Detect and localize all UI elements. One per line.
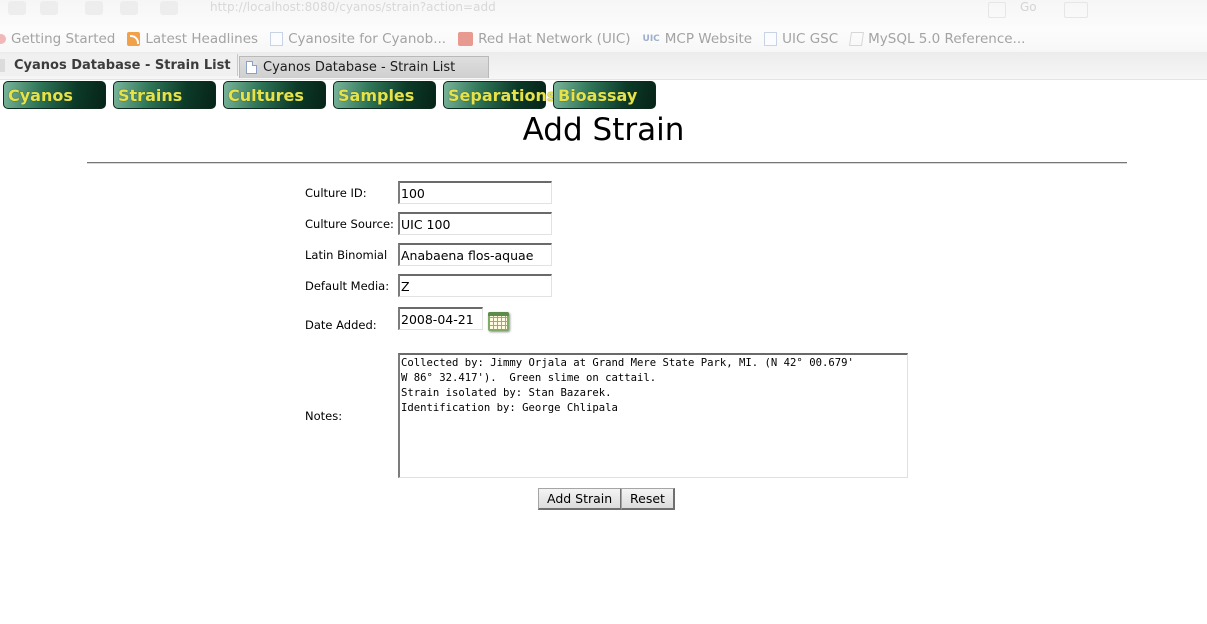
url-toolbar: http://localhost:8080/cyanos/strain?acti… xyxy=(0,0,1207,26)
date-added-input[interactable] xyxy=(398,307,483,330)
bookmark-star-icon[interactable] xyxy=(988,2,1006,18)
forward-icon[interactable] xyxy=(40,1,58,15)
reset-button[interactable]: Reset xyxy=(621,488,675,510)
page-icon xyxy=(270,32,284,46)
title-divider xyxy=(87,162,1127,164)
default-media-label: Default Media: xyxy=(305,279,390,293)
nav-bioassay[interactable]: Bioassay xyxy=(553,81,656,109)
notes-label: Notes: xyxy=(305,409,343,423)
notes-textarea[interactable]: Collected by: Jimmy Orjala at Grand Mere… xyxy=(398,353,908,478)
culture-source-label: Culture Source: xyxy=(305,217,394,231)
nav-cyanos[interactable]: Cyanos xyxy=(3,81,106,109)
redhat-icon xyxy=(458,32,474,46)
search-engine-icon[interactable] xyxy=(1064,2,1088,18)
stop-icon[interactable] xyxy=(120,1,138,15)
nav-cultures[interactable]: Cultures xyxy=(223,81,326,109)
red-dot-icon xyxy=(0,34,6,44)
rss-feed-icon xyxy=(127,32,141,46)
add-strain-button[interactable]: Add Strain xyxy=(538,488,623,510)
nav-separations[interactable]: Separations xyxy=(443,81,556,109)
date-added-label: Date Added: xyxy=(305,318,377,332)
bookmark-cyanosite[interactable]: Cyanosite for Cyanob... xyxy=(270,31,446,47)
tab-strain-list-active[interactable]: Cyanos Database - Strain List xyxy=(0,54,238,76)
latin-binomial-label: Latin Binomial xyxy=(305,248,388,262)
tab-strain-list[interactable]: Cyanos Database - Strain List xyxy=(239,56,489,78)
page-title: Add Strain xyxy=(522,112,685,148)
nav-samples[interactable]: Samples xyxy=(333,81,436,109)
bookmark-label: Getting Started xyxy=(11,31,116,47)
bookmark-mysql-reference[interactable]: MySQL 5.0 Reference... xyxy=(849,31,1026,47)
bookmark-getting-started[interactable]: Getting Started xyxy=(0,31,115,47)
tab-label: Cyanos Database - Strain List xyxy=(263,60,456,75)
default-media-input[interactable] xyxy=(398,274,552,297)
bookmarks-toolbar: Getting Started Latest Headlines Cyanosi… xyxy=(0,26,1207,52)
bookmark-red-hat-network[interactable]: Red Hat Network (UIC) xyxy=(458,31,631,47)
bookmark-label: UIC GSC xyxy=(782,31,839,47)
culture-id-label: Culture ID: xyxy=(305,186,367,200)
address-bar[interactable]: http://localhost:8080/cyanos/strain?acti… xyxy=(210,0,496,14)
page-icon xyxy=(764,32,778,46)
bookmark-uic-gsc[interactable]: UIC GSC xyxy=(764,31,838,47)
culture-source-input[interactable] xyxy=(398,212,552,235)
calendar-icon-grid xyxy=(490,316,507,329)
page-icon xyxy=(246,61,257,74)
bookmark-label: Red Hat Network (UIC) xyxy=(478,31,631,47)
reload-icon[interactable] xyxy=(85,1,103,15)
bookmark-label: MCP Website xyxy=(664,31,753,47)
latin-binomial-input[interactable] xyxy=(398,243,552,266)
bookmark-mcp-website[interactable]: UIC MCP Website xyxy=(643,31,753,47)
bookmark-label: Latest Headlines xyxy=(145,31,259,47)
back-icon[interactable] xyxy=(8,1,26,15)
calendar-icon[interactable] xyxy=(488,312,509,331)
bookmark-label: MySQL 5.0 Reference... xyxy=(868,31,1026,47)
go-button[interactable]: Go xyxy=(1020,0,1037,14)
tab-strip: Cyanos Database - Strain List Cyanos Dat… xyxy=(0,52,1207,80)
bookmark-label: Cyanosite for Cyanob... xyxy=(288,31,447,47)
mysql-doc-icon xyxy=(849,32,865,46)
bookmark-latest-headlines[interactable]: Latest Headlines xyxy=(127,31,258,47)
uic-logo-icon: UIC xyxy=(642,34,660,44)
culture-id-input[interactable] xyxy=(398,181,552,204)
nav-strains[interactable]: Strains xyxy=(113,81,216,109)
tab-label: Cyanos Database - Strain List xyxy=(14,57,231,73)
home-icon[interactable] xyxy=(160,1,178,15)
tab-favicon xyxy=(0,59,5,72)
